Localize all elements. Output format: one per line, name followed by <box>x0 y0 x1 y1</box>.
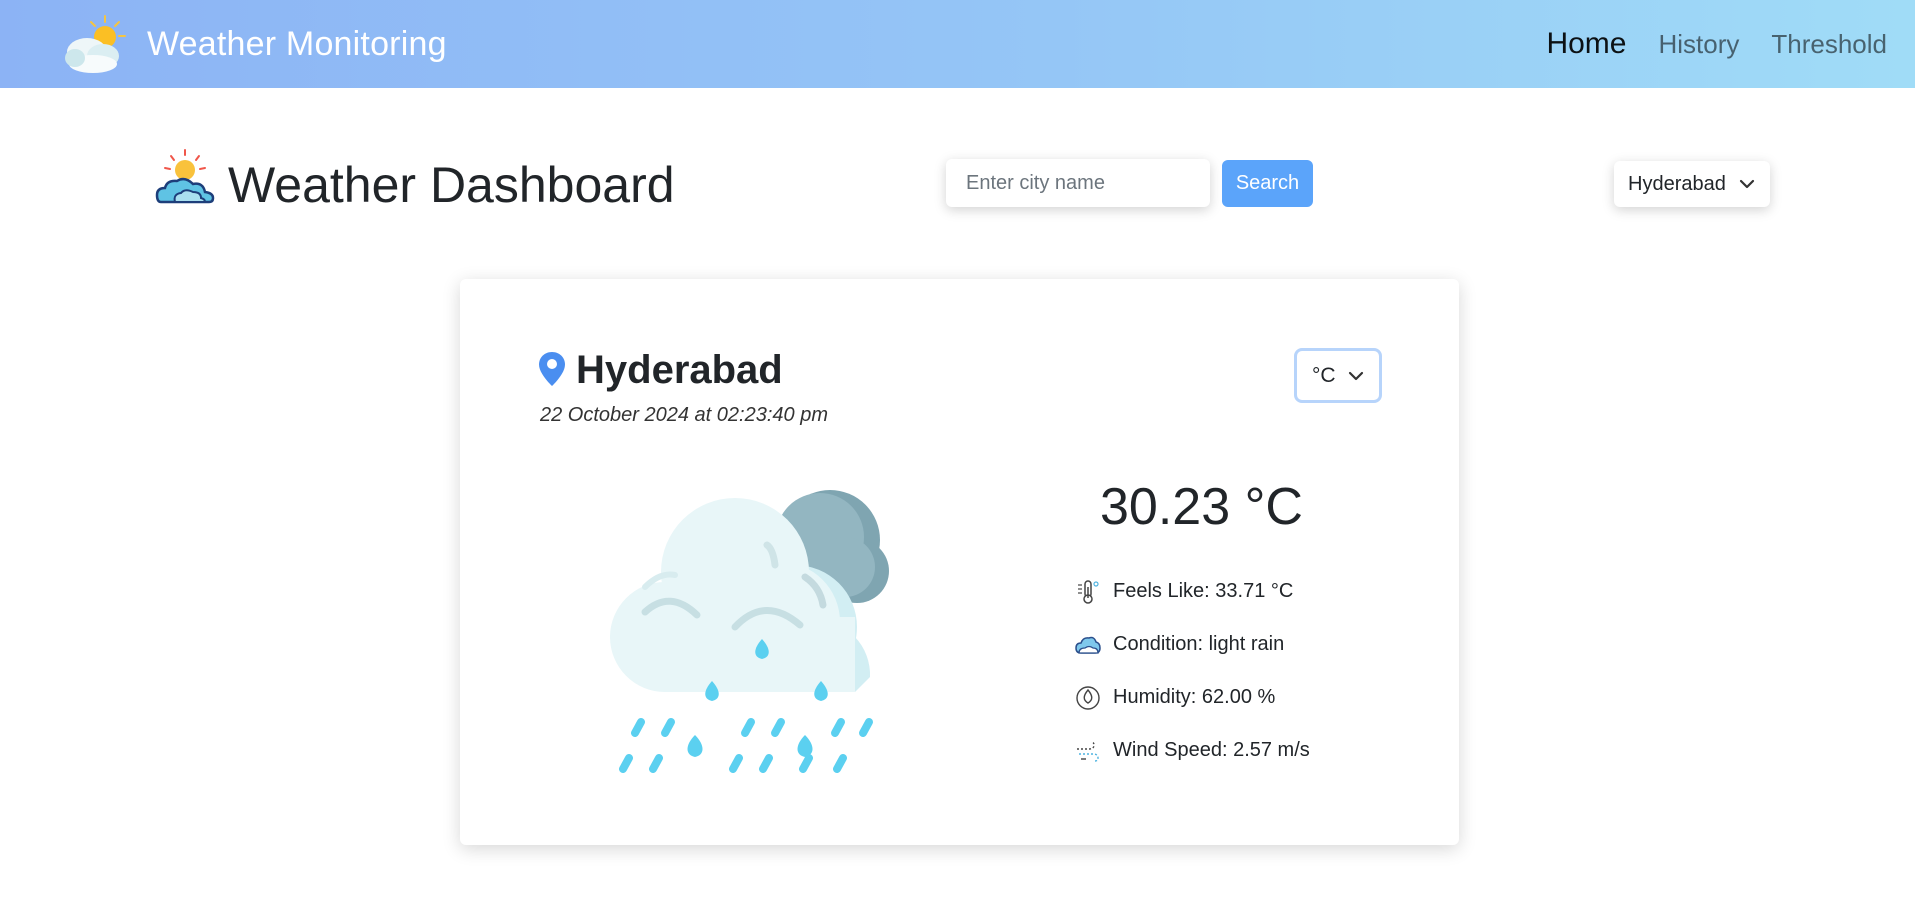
wind-icon <box>1077 741 1099 762</box>
nav-link-threshold[interactable]: Threshold <box>1771 29 1887 60</box>
feels-like-text: Feels Like: 33.71 °C <box>1113 580 1294 602</box>
cloud-icon <box>1075 636 1101 654</box>
chevron-down-icon <box>1739 179 1755 189</box>
nav-links: Home History Threshold <box>1546 0 1887 88</box>
humidity-drop-icon <box>1076 686 1100 710</box>
sun-cloud-icon <box>65 15 126 73</box>
date-time: 22 October 2024 at 02:23:40 pm <box>540 404 828 426</box>
nav-link-home[interactable]: Home <box>1546 27 1626 61</box>
condition-text: Condition: light rain <box>1113 633 1285 655</box>
temperature: 30.23 °C <box>1100 478 1303 536</box>
chevron-down-icon <box>1348 371 1364 381</box>
wind-speed-text: Wind Speed: 2.57 m/s <box>1113 739 1310 761</box>
detail-wind-speed: Wind Speed: 2.57 m/s <box>1075 738 1310 791</box>
detail-feels-like: Feels Like: 33.71 °C <box>1075 579 1310 632</box>
cloud-rain-icon <box>610 490 889 773</box>
thermometer-icon <box>1078 580 1099 604</box>
brand[interactable]: Weather Monitoring <box>63 14 447 74</box>
brand-title: Weather Monitoring <box>147 24 447 63</box>
weather-details: Feels Like: 33.71 °C Condition: light ra… <box>1075 579 1310 791</box>
search-button[interactable]: Search <box>1222 160 1313 207</box>
page-title: Weather Dashboard <box>228 157 675 213</box>
unit-select[interactable]: °C <box>1294 348 1382 403</box>
city-name: Hyderabad <box>576 348 783 392</box>
sun-cloud-icon <box>155 149 215 204</box>
detail-condition: Condition: light rain <box>1075 632 1310 685</box>
city-select[interactable]: Hyderabad <box>1614 161 1770 207</box>
city-select-value: Hyderabad <box>1628 172 1726 195</box>
humidity-text: Humidity: 62.00 % <box>1113 686 1276 708</box>
search-input[interactable] <box>946 159 1210 207</box>
weather-card: Hyderabad 22 October 2024 at 02:23:40 pm… <box>460 279 1459 845</box>
nav-link-history[interactable]: History <box>1658 29 1739 60</box>
navbar: Weather Monitoring Home History Threshol… <box>0 0 1915 88</box>
unit-select-value: °C <box>1312 363 1336 387</box>
location-pin-icon <box>539 352 565 386</box>
detail-humidity: Humidity: 62.00 % <box>1075 685 1310 738</box>
